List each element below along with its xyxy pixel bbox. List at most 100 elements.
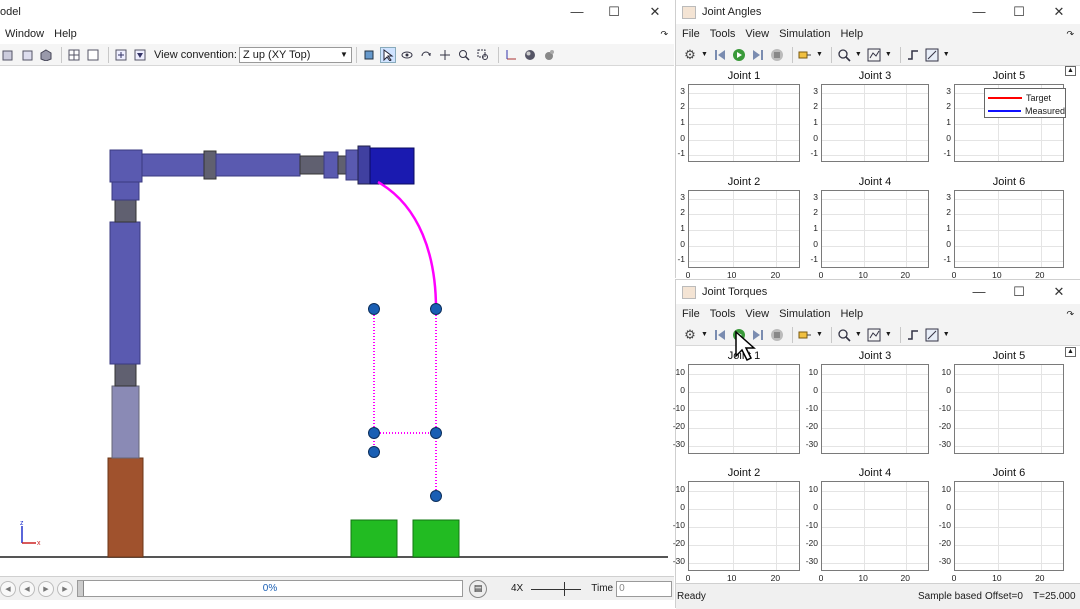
minimize-button[interactable]: —	[560, 0, 594, 24]
scope-plot[interactable]: Joint 4 10 0 -10 -20 -30 0 10 20	[806, 467, 929, 583]
menu-view[interactable]: View	[745, 308, 769, 320]
plot-axes[interactable]	[821, 364, 929, 454]
plot-axes[interactable]	[821, 84, 929, 162]
dropdown-arrow-icon[interactable]: ▼	[885, 51, 892, 58]
restart-icon[interactable]	[712, 327, 728, 343]
highlight-block-icon[interactable]	[797, 327, 813, 343]
speed-slider-thumb[interactable]	[564, 581, 566, 596]
maximize-button[interactable]: ☐	[1002, 280, 1036, 304]
undock-icon[interactable]: ↷	[1066, 29, 1074, 40]
scope-plot[interactable]: Joint 4 3 2 1 0 -1 0 10 20	[810, 176, 929, 280]
menu-view[interactable]: View	[745, 28, 769, 40]
waypoint-marker[interactable]	[368, 303, 380, 315]
gear-icon[interactable]: ⚙	[682, 47, 698, 63]
scope-plot[interactable]: Joint 2 10 0 -10 -20 -30 0 10 20	[673, 467, 800, 583]
dropdown-arrow-icon[interactable]: ▼	[943, 331, 950, 338]
menu-simulation[interactable]: Simulation	[779, 308, 830, 320]
render-icon[interactable]	[541, 47, 557, 63]
view-convention-select[interactable]: Z up (XY Top) ▼	[238, 46, 352, 63]
split-down-icon[interactable]	[132, 47, 148, 63]
zoom-box-icon[interactable]	[475, 47, 491, 63]
menu-file[interactable]: File	[682, 308, 700, 320]
menu-simulation[interactable]: Simulation	[779, 28, 830, 40]
single-view-icon[interactable]	[85, 47, 101, 63]
run-icon[interactable]	[731, 47, 747, 63]
plot-axes[interactable]	[954, 364, 1064, 454]
zoom-icon[interactable]	[456, 47, 472, 63]
roll-icon[interactable]	[418, 47, 434, 63]
plot-axes[interactable]	[821, 481, 929, 571]
robot-scene[interactable]: z x	[0, 66, 674, 576]
undock-icon[interactable]: ↷	[660, 29, 668, 40]
measurements-icon[interactable]	[924, 327, 940, 343]
maximize-button[interactable]: ☐	[1002, 0, 1036, 24]
menu-file[interactable]: File	[682, 28, 700, 40]
plot-axes[interactable]	[688, 364, 800, 454]
rotate-icon[interactable]	[399, 47, 415, 63]
waypoint-marker[interactable]	[430, 427, 442, 439]
maximize-button[interactable]: ☐	[597, 0, 631, 24]
waypoint-marker[interactable]	[430, 303, 442, 315]
scope-plot[interactable]: Joint 6 10 0 -10 -20 -30 0 10 20	[939, 467, 1064, 583]
pan-icon[interactable]	[437, 47, 453, 63]
gear-icon[interactable]: ⚙	[682, 327, 698, 343]
autoscale-icon[interactable]	[866, 327, 882, 343]
scope-plot[interactable]: Joint 3 3 2 1 0 -1	[810, 70, 929, 164]
time-field[interactable]: 0	[616, 580, 673, 597]
menu-help[interactable]: Help	[54, 28, 77, 40]
triggers-icon[interactable]	[905, 327, 921, 343]
record-button[interactable]: ▤	[469, 579, 487, 598]
dropdown-arrow-icon[interactable]: ▼	[855, 51, 862, 58]
plot-axes[interactable]	[821, 190, 929, 268]
waypoint-marker[interactable]	[368, 427, 380, 439]
scope-plot[interactable]: Joint 3 10 0 -10 -20 -30	[806, 350, 929, 456]
step-forward-icon[interactable]	[750, 47, 766, 63]
cube-icon[interactable]	[0, 47, 16, 63]
rewind-icon[interactable]: ◀	[19, 580, 35, 597]
split-add-icon[interactable]	[113, 47, 129, 63]
grid-icon[interactable]	[66, 47, 82, 63]
scope-plot[interactable]: Joint 5 3 2 1 0 -1 Target Measured	[943, 70, 1066, 164]
plot-axes[interactable]	[688, 190, 800, 268]
autoscale-icon[interactable]	[866, 47, 882, 63]
dropdown-arrow-icon[interactable]: ▼	[943, 51, 950, 58]
close-button[interactable]: ✕	[1042, 0, 1076, 24]
dropdown-arrow-icon[interactable]: ▼	[885, 331, 892, 338]
stop-icon[interactable]	[769, 47, 785, 63]
axes-icon[interactable]	[503, 47, 519, 63]
menu-help[interactable]: Help	[840, 28, 863, 40]
dropdown-arrow-icon[interactable]: ▼	[816, 331, 823, 338]
scope-plot[interactable]: Joint 5 10 0 -10 -20 -30	[939, 350, 1064, 456]
menu-help[interactable]: Help	[840, 308, 863, 320]
progress-handle[interactable]	[78, 581, 84, 596]
plot-axes[interactable]	[954, 481, 1064, 571]
minimize-button[interactable]: —	[962, 280, 996, 304]
pointer-icon[interactable]	[379, 46, 396, 63]
scope-plot[interactable]: Joint 2 3 2 1 0 -1 0 10 20	[677, 176, 800, 280]
restart-icon[interactable]	[712, 47, 728, 63]
stop-icon[interactable]	[769, 327, 785, 343]
step-back-icon[interactable]: ◀	[0, 580, 16, 597]
play-icon[interactable]: ▶	[38, 580, 54, 597]
dropdown-arrow-icon[interactable]: ▼	[855, 331, 862, 338]
plot-legend[interactable]: Target Measured	[984, 88, 1066, 118]
zoom-icon[interactable]	[836, 327, 852, 343]
menu-tools[interactable]: Tools	[710, 28, 736, 40]
dropdown-arrow-icon[interactable]: ▼	[816, 51, 823, 58]
measurements-icon[interactable]	[924, 47, 940, 63]
close-button[interactable]: ✕	[638, 0, 672, 24]
progress-bar[interactable]: 0%	[77, 580, 463, 597]
zoom-icon[interactable]	[836, 47, 852, 63]
undock-icon[interactable]: ↷	[1066, 309, 1074, 320]
waypoint-marker[interactable]	[368, 446, 380, 458]
menu-tools[interactable]: Tools	[710, 308, 736, 320]
highlight-block-icon[interactable]	[797, 47, 813, 63]
scope-plot[interactable]: Joint 1 3 2 1 0 -1	[677, 70, 800, 164]
dropdown-arrow-icon[interactable]: ▼	[701, 331, 708, 338]
cube-front-icon[interactable]	[19, 47, 35, 63]
dropdown-arrow-icon[interactable]: ▼	[701, 51, 708, 58]
scope-plot[interactable]: Joint 6 3 2 1 0 -1 0 10 20	[943, 176, 1064, 280]
minimize-button[interactable]: —	[962, 0, 996, 24]
plot-axes[interactable]	[688, 84, 800, 162]
lighting-icon[interactable]	[522, 47, 538, 63]
